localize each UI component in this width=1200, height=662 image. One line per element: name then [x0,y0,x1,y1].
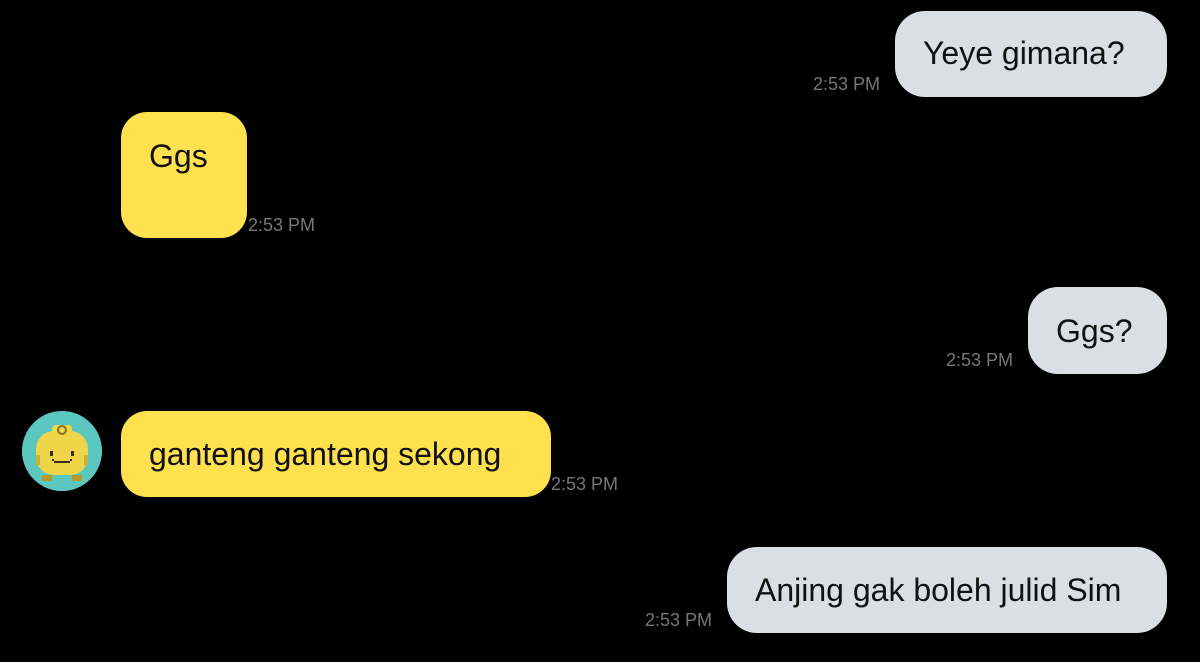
incoming-message-bubble[interactable]: Ggs [121,112,247,238]
message-text: Anjing gak boleh julid Sim [755,572,1122,608]
message-timestamp: 2:53 PM [248,215,316,235]
pixel-character-icon [22,411,102,491]
contact-avatar[interactable] [22,411,102,491]
message-text: Ggs [149,138,208,174]
message-timestamp: 2:53 PM [813,74,881,94]
outgoing-message-bubble[interactable]: Anjing gak boleh julid Sim [727,547,1167,633]
incoming-message-bubble[interactable]: ganteng ganteng sekong [121,411,551,497]
message-text: ganteng ganteng sekong [149,436,502,472]
outgoing-message-bubble[interactable]: Ggs? [1028,287,1167,374]
message-text: Ggs? [1056,313,1133,349]
outgoing-message-bubble[interactable]: Yeye gimana? [895,11,1167,97]
message-timestamp: 2:53 PM [946,350,1014,370]
message-text: Yeye gimana? [923,35,1125,71]
message-timestamp: 2:53 PM [551,474,619,494]
message-timestamp: 2:53 PM [645,610,713,630]
